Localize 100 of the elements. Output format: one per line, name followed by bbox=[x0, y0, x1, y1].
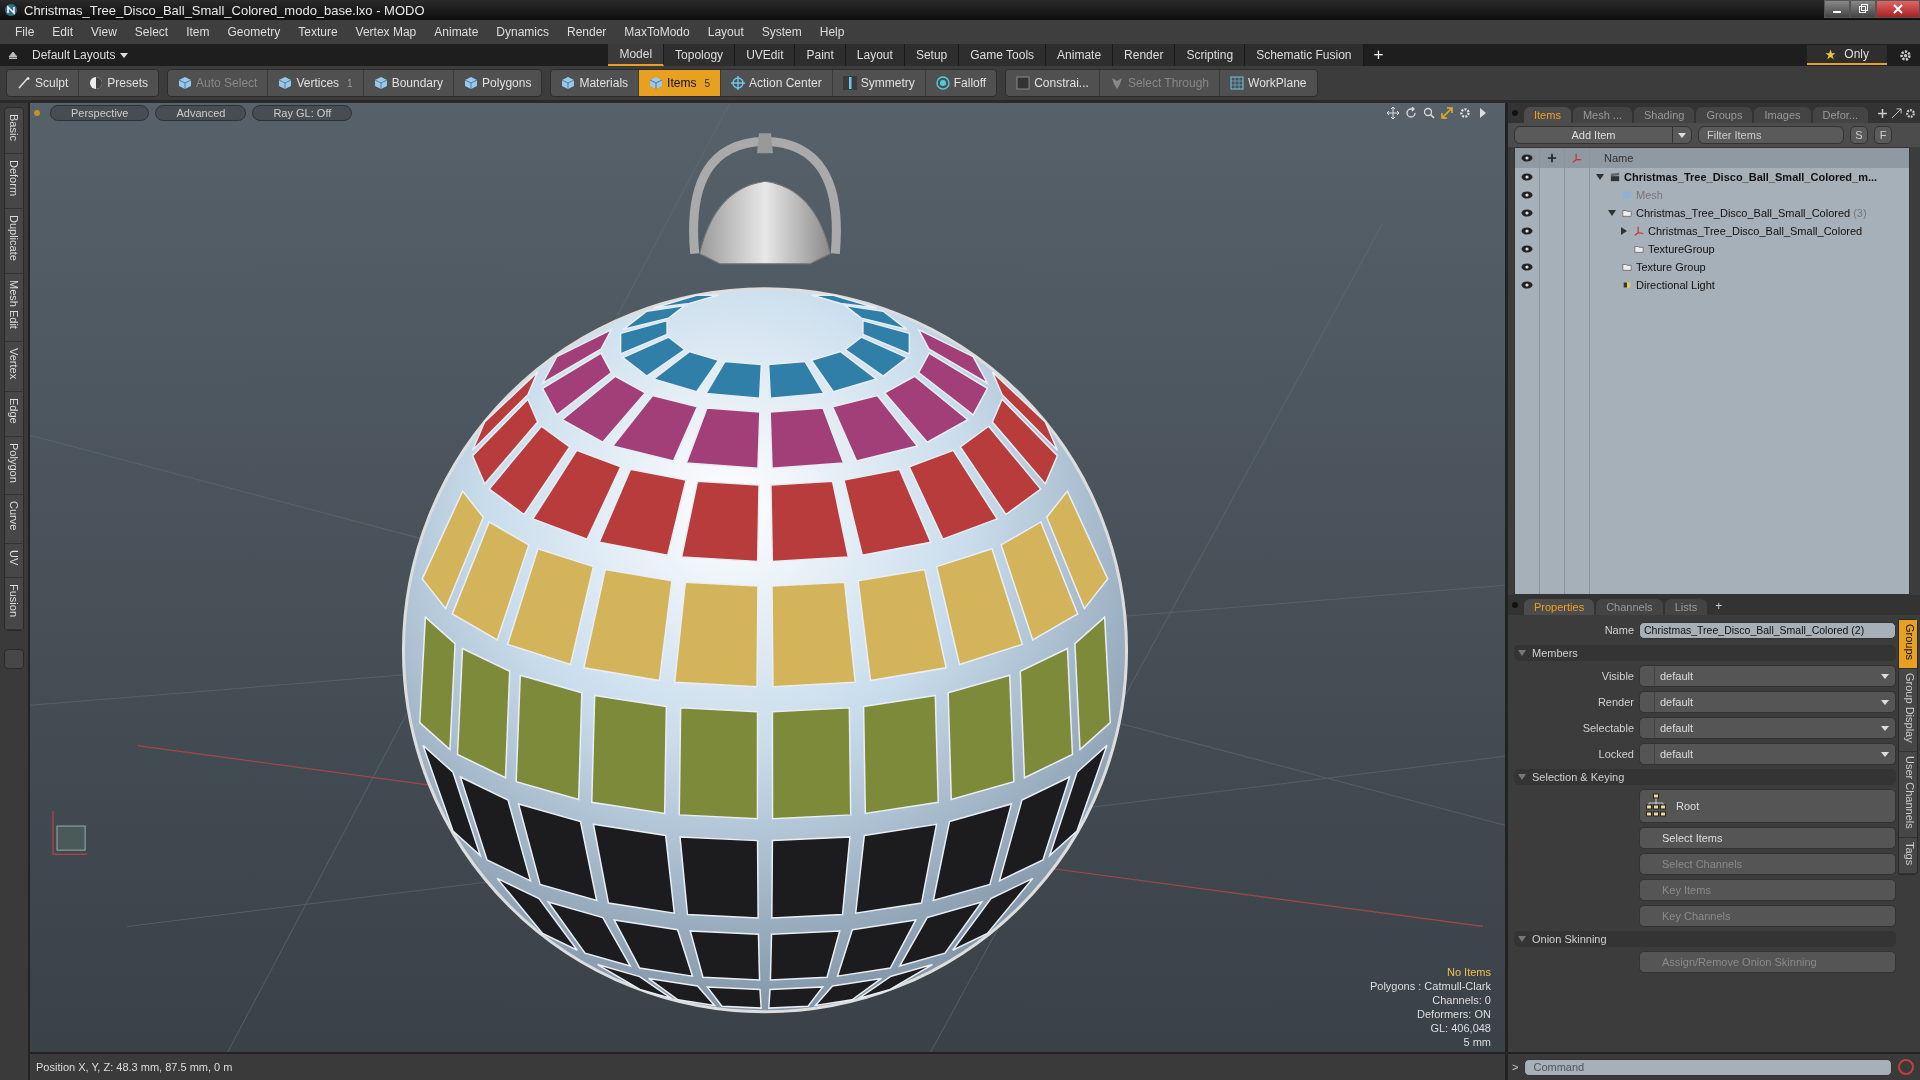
eye-icon[interactable] bbox=[1521, 208, 1533, 218]
tool-tab[interactable]: Curve bbox=[5, 495, 23, 544]
action-button[interactable]: Select Items bbox=[1639, 827, 1896, 849]
menu-item[interactable]: Render bbox=[558, 25, 616, 39]
menu-item[interactable]: Item bbox=[177, 25, 219, 39]
layout-tab[interactable]: Schematic Fusion bbox=[1245, 44, 1364, 66]
settings-icon[interactable] bbox=[1459, 107, 1471, 119]
maximize-icon[interactable] bbox=[1891, 107, 1902, 119]
menu-item[interactable]: MaxToModo bbox=[615, 25, 699, 39]
collapse-triangle-icon[interactable] bbox=[1518, 936, 1526, 942]
panel-tab[interactable]: Items bbox=[1524, 107, 1571, 123]
add-layout-button[interactable]: + bbox=[1363, 44, 1394, 66]
menu-item[interactable]: Dynamics bbox=[487, 25, 558, 39]
toolbar-button[interactable]: Vertices 1 bbox=[268, 70, 364, 96]
collapse-triangle-icon[interactable] bbox=[1518, 650, 1526, 656]
layout-tab[interactable]: UVEdit bbox=[735, 44, 796, 66]
maximize-button[interactable] bbox=[1850, 0, 1876, 18]
menu-item[interactable]: Layout bbox=[698, 25, 753, 39]
panel-tab[interactable]: Properties bbox=[1524, 599, 1595, 615]
side-tab[interactable]: Groups bbox=[1899, 620, 1917, 670]
filter-option-button[interactable]: S bbox=[1850, 126, 1868, 144]
menu-item[interactable]: Select bbox=[125, 25, 178, 39]
layout-tab[interactable]: Game Tools bbox=[959, 44, 1047, 66]
tool-tab[interactable]: Mesh Edit bbox=[5, 273, 23, 342]
settings-icon[interactable] bbox=[1899, 48, 1912, 62]
expand-toggle-icon[interactable] bbox=[1596, 173, 1604, 181]
panel-tab[interactable]: Images bbox=[1754, 107, 1811, 123]
dropdown[interactable]: default bbox=[1639, 743, 1896, 765]
add-tab-button[interactable]: + bbox=[1709, 597, 1729, 615]
toolbar-button[interactable]: Symmetry bbox=[832, 70, 926, 96]
add-item-dropdown[interactable]: Add Item bbox=[1514, 126, 1692, 144]
viewport[interactable]: Perspective Advanced Ray GL: Off No Items Polygons : Catmull-Clark Channels: 0 Deformers: ON GL: 406,048 5 mm bbox=[30, 103, 1505, 1052]
layout-tab[interactable]: Scripting bbox=[1175, 44, 1246, 66]
eye-icon[interactable] bbox=[1521, 172, 1533, 182]
section-header[interactable]: Selection & Keying bbox=[1532, 771, 1625, 783]
tool-tab[interactable]: Deform bbox=[5, 153, 23, 209]
layout-tab[interactable]: Layout bbox=[845, 44, 905, 66]
tool-tab[interactable]: UV bbox=[5, 543, 23, 579]
tool-tab[interactable]: Duplicate bbox=[5, 208, 23, 274]
viewport-option-button[interactable]: Advanced bbox=[155, 105, 247, 121]
name-field[interactable]: Christmas_Tree_Disco_Ball_Small_Colored (2) bbox=[1639, 621, 1896, 639]
tree-item[interactable]: Christmas_Tree_Disco_Ball_Small_Colored_m... bbox=[1624, 171, 1878, 183]
eye-icon[interactable] bbox=[1521, 190, 1533, 200]
tool-tab[interactable]: Polygon bbox=[5, 436, 23, 496]
dropdown[interactable]: default bbox=[1639, 665, 1896, 687]
section-header[interactable]: Onion Skinning bbox=[1532, 933, 1607, 945]
layouts-dropdown[interactable]: Default Layouts bbox=[32, 48, 129, 62]
panel-tab[interactable]: Groups bbox=[1696, 107, 1753, 123]
expand-toggle-icon[interactable] bbox=[1608, 209, 1616, 217]
layout-tab[interactable]: Topology bbox=[664, 44, 736, 66]
eye-icon[interactable] bbox=[1521, 226, 1533, 236]
layout-tab[interactable]: Model bbox=[608, 44, 665, 66]
menu-item[interactable]: System bbox=[752, 25, 811, 39]
tree-item[interactable]: Texture Group bbox=[1636, 261, 1706, 273]
minimize-button[interactable] bbox=[1824, 0, 1850, 18]
toolbar-button[interactable]: Materials bbox=[551, 70, 640, 96]
menu-item[interactable]: Texture bbox=[289, 25, 347, 39]
only-button[interactable]: Only bbox=[1807, 45, 1887, 65]
viewport-option-button[interactable]: Ray GL: Off bbox=[252, 105, 353, 121]
dropdown[interactable]: default bbox=[1639, 691, 1896, 713]
search-icon[interactable] bbox=[1423, 107, 1435, 119]
menu-item[interactable]: Help bbox=[810, 25, 854, 39]
menu-item[interactable]: File bbox=[6, 25, 44, 39]
root-button[interactable]: Root bbox=[1639, 789, 1896, 823]
dropdown[interactable]: default bbox=[1639, 717, 1896, 739]
toolbar-button[interactable]: Sculpt bbox=[7, 70, 80, 96]
menu-item[interactable]: Edit bbox=[43, 25, 83, 39]
layout-tab[interactable]: Animate bbox=[1046, 44, 1114, 66]
tool-tab[interactable]: Basic bbox=[5, 108, 23, 154]
filter-option-button[interactable]: F bbox=[1874, 126, 1892, 144]
tree-item[interactable]: Directional Light bbox=[1636, 279, 1715, 291]
side-tab[interactable]: Group Display bbox=[1899, 669, 1917, 752]
collapse-icon[interactable] bbox=[8, 50, 18, 60]
collapse-triangle-icon[interactable] bbox=[1518, 774, 1526, 780]
menu-item[interactable]: View bbox=[82, 25, 126, 39]
menu-item[interactable]: Animate bbox=[425, 25, 488, 39]
expand-toggle-icon[interactable] bbox=[1620, 227, 1628, 235]
command-field[interactable]: Command bbox=[1524, 1058, 1892, 1076]
filter-field[interactable]: Filter Items bbox=[1698, 126, 1844, 144]
toolbar-button[interactable]: Presets bbox=[79, 70, 159, 96]
eye-icon[interactable] bbox=[1521, 244, 1533, 254]
tree-item[interactable]: Christmas_Tree_Disco_Ball_Small_Colored bbox=[1648, 225, 1863, 237]
panel-tab[interactable]: Mesh ... bbox=[1572, 107, 1633, 123]
layout-tab[interactable]: Render bbox=[1113, 44, 1176, 66]
section-header[interactable]: Members bbox=[1532, 647, 1578, 659]
toolbar-button[interactable]: Action Center bbox=[721, 70, 833, 96]
tool-tab[interactable]: Edge bbox=[5, 391, 23, 437]
eye-icon[interactable] bbox=[1521, 262, 1533, 272]
menu-item[interactable]: Vertex Map bbox=[346, 25, 426, 39]
rotate-icon[interactable] bbox=[1405, 107, 1417, 119]
eye-icon[interactable] bbox=[1521, 280, 1533, 290]
toolbar-button[interactable]: Polygons bbox=[454, 70, 542, 96]
panel-tab[interactable]: Defor... bbox=[1812, 107, 1869, 123]
layout-tab[interactable]: Paint bbox=[795, 44, 846, 66]
toolbar-button[interactable]: Boundary bbox=[363, 70, 455, 96]
tree-item[interactable]: TextureGroup bbox=[1648, 243, 1715, 255]
tool-tab[interactable]: Fusion bbox=[5, 578, 23, 631]
close-button[interactable] bbox=[1876, 0, 1920, 18]
toolbar-button[interactable]: Items 5 bbox=[639, 70, 721, 96]
tool-tab[interactable]: Vertex bbox=[5, 341, 23, 392]
